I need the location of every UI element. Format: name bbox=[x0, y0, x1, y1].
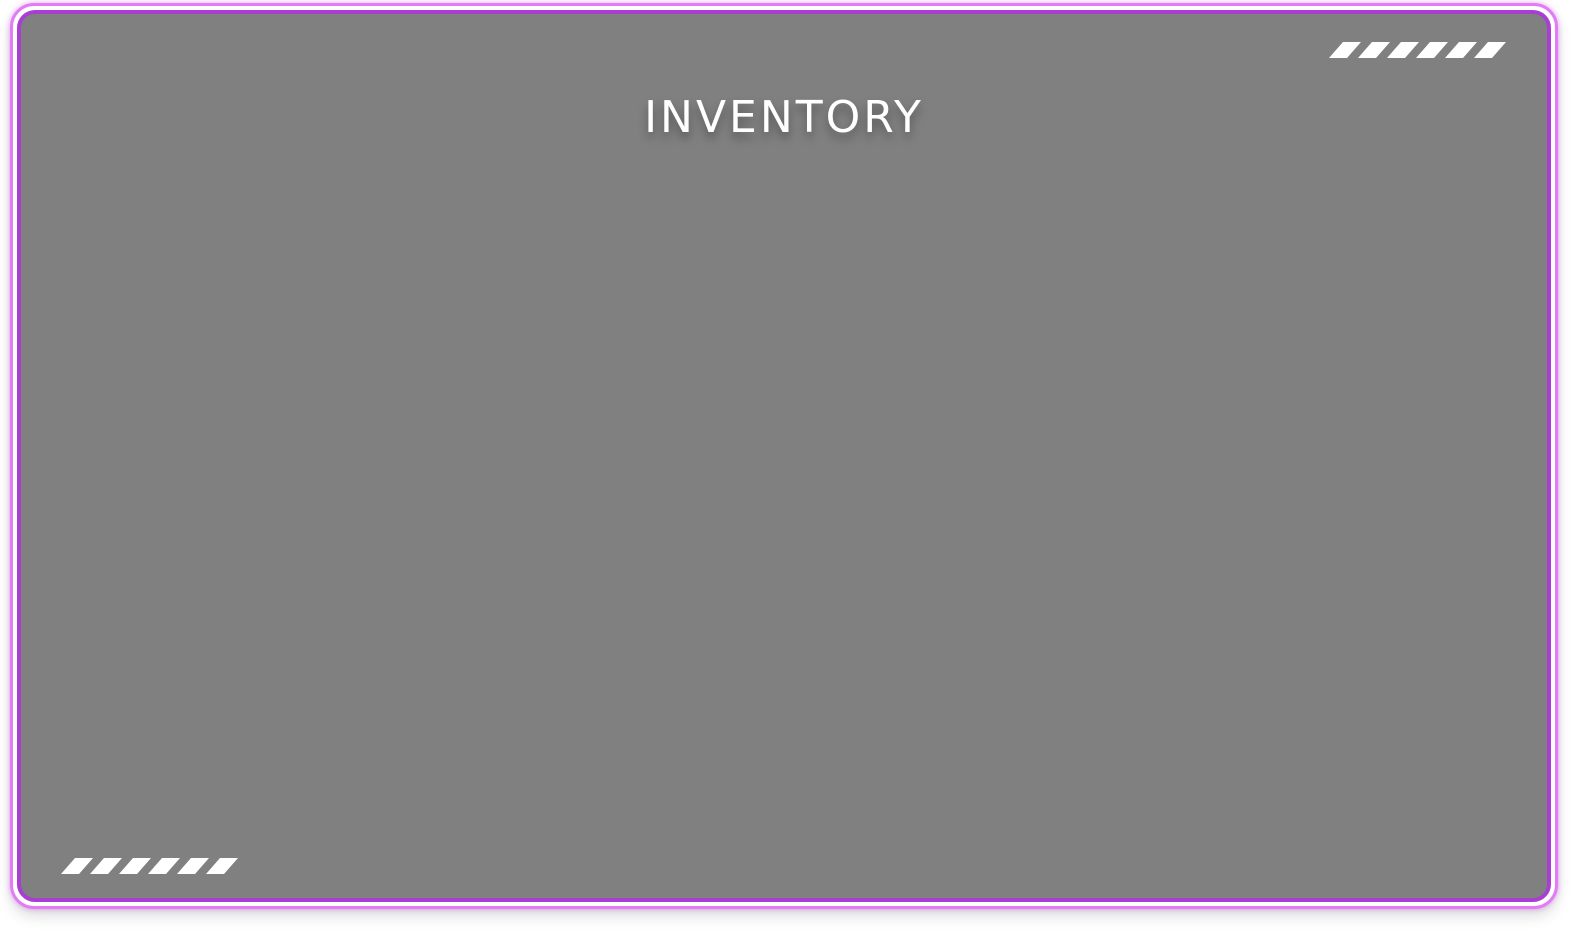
stripe bbox=[61, 858, 93, 874]
stripe bbox=[1358, 42, 1390, 58]
stripe bbox=[90, 858, 122, 874]
stripe bbox=[119, 858, 151, 874]
hazard-stripes-bottom-left bbox=[61, 858, 238, 874]
stripe bbox=[1416, 42, 1448, 58]
hazard-stripes-top-right bbox=[1329, 42, 1506, 58]
stripe-group bbox=[1329, 42, 1506, 58]
stripe bbox=[177, 858, 209, 874]
stripe bbox=[1387, 42, 1419, 58]
stripe bbox=[1474, 42, 1506, 58]
stripe bbox=[1329, 42, 1361, 58]
stripe-group bbox=[61, 858, 238, 874]
stripe bbox=[1445, 42, 1477, 58]
inventory-panel-frame: INVENTORY bbox=[10, 3, 1558, 909]
stripe bbox=[206, 858, 238, 874]
stripe bbox=[148, 858, 180, 874]
inventory-panel: INVENTORY bbox=[17, 10, 1551, 902]
inventory-title: INVENTORY bbox=[644, 92, 924, 143]
